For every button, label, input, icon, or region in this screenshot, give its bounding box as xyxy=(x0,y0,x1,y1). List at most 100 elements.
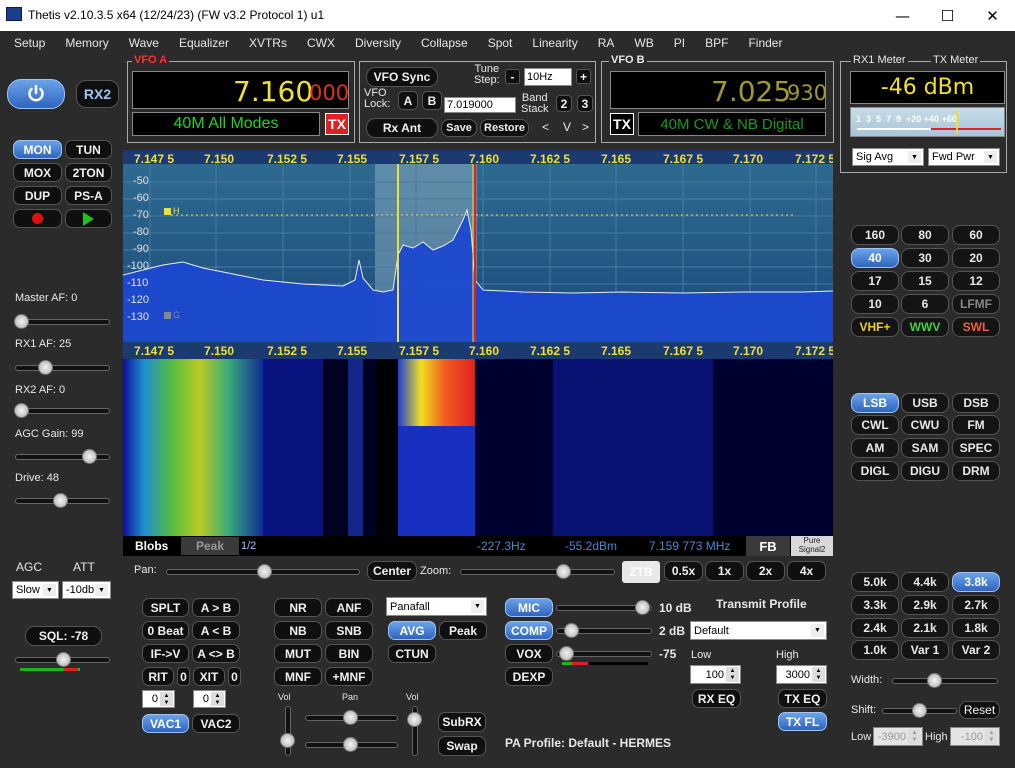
agc-dropdown[interactable]: Slow ▼ xyxy=(12,581,59,599)
rit-value-spinner[interactable]: 0 ▲ ▼ xyxy=(142,690,175,708)
att-dropdown[interactable]: -10db ▼ xyxy=(62,581,111,599)
psa-button[interactable]: PS-A xyxy=(65,186,112,205)
rx-meter-mode-dropdown[interactable]: Sig Avg ▼ xyxy=(852,148,924,166)
band-15[interactable]: 15 xyxy=(901,271,949,291)
filter-3-3k[interactable]: 3.3k xyxy=(851,595,899,615)
fb-button[interactable]: FB xyxy=(746,536,790,556)
filter-1-8k[interactable]: 1.8k xyxy=(952,618,1000,638)
vfo-a-tx-button[interactable]: TX xyxy=(325,113,349,135)
band-12[interactable]: 12 xyxy=(952,271,1000,291)
sql-slider[interactable] xyxy=(15,652,110,667)
waterfall[interactable]: 7.147 5 7.150 7.152 5 7.155 7.157 5 7.16… xyxy=(123,342,833,536)
filter-1-0k[interactable]: 1.0k xyxy=(851,640,899,660)
band-30[interactable]: 30 xyxy=(901,248,949,268)
tx-fl-button[interactable]: TX FL xyxy=(778,712,827,731)
tx-high-spinner[interactable]: 3000 ▲ ▼ xyxy=(776,665,827,684)
filter-var1[interactable]: Var 1 xyxy=(901,640,949,660)
anf-button[interactable]: ANF xyxy=(325,598,373,617)
vox-knob[interactable] xyxy=(559,646,574,661)
menu-spot[interactable]: Spot xyxy=(488,36,513,50)
ztb-button[interactable]: ZTB xyxy=(622,561,660,583)
vfo-b-display[interactable]: 7.025 930 xyxy=(610,71,827,109)
band-20[interactable]: 20 xyxy=(952,248,1000,268)
tune-step-minus[interactable]: - xyxy=(505,69,520,84)
nr-button[interactable]: NR xyxy=(274,598,322,617)
band-80[interactable]: 80 xyxy=(901,225,949,245)
b-to-a-button[interactable]: A < B xyxy=(192,621,240,640)
filter-2-1k[interactable]: 2.1k xyxy=(901,618,949,638)
lock-freq-field[interactable]: 7.019000 xyxy=(444,97,516,113)
filter-high-spinner[interactable]: -100 ▲ ▼ xyxy=(950,727,1000,746)
peak-hold-button[interactable]: Peak xyxy=(439,621,487,640)
subrx-button[interactable]: SubRX xyxy=(438,712,486,732)
zero-beat-button[interactable]: 0 Beat xyxy=(142,621,189,640)
panadapter[interactable]: H G 7.147 5 7.150 7.152 5 7.155 7.157 5 … xyxy=(123,150,833,342)
pan-knob[interactable] xyxy=(257,564,272,579)
minimize-button[interactable]: — xyxy=(880,0,925,31)
vol2-knob[interactable] xyxy=(407,712,422,727)
menu-setup[interactable]: Setup xyxy=(14,36,45,50)
shift-reset-button[interactable]: Reset xyxy=(959,701,1000,719)
display-mode-dropdown[interactable]: Panafall ▼ xyxy=(386,597,487,616)
agc-gain-slider[interactable] xyxy=(15,449,110,464)
master-af-knob[interactable] xyxy=(14,314,29,329)
page-indicator[interactable]: 1/2 xyxy=(241,540,256,552)
shift-slider[interactable] xyxy=(882,703,957,718)
mode-sam[interactable]: SAM xyxy=(901,438,949,458)
mode-cwu[interactable]: CWU xyxy=(901,415,949,435)
filter-2-7k[interactable]: 2.7k xyxy=(952,595,1000,615)
if-to-v-button[interactable]: IF->V xyxy=(142,644,189,663)
dexp-button[interactable]: DEXP xyxy=(505,667,553,686)
rx-ant-button[interactable]: Rx Ant xyxy=(366,118,438,138)
xit-value-spinner[interactable]: 0 ▲ ▼ xyxy=(193,690,226,708)
menu-wave[interactable]: Wave xyxy=(129,36,159,50)
sql-button[interactable]: SQL: -78 xyxy=(25,626,102,646)
play-button[interactable] xyxy=(65,209,112,228)
mut-button[interactable]: MUT xyxy=(274,644,322,663)
filter-5-0k[interactable]: 5.0k xyxy=(851,572,899,592)
ctun-button[interactable]: CTUN xyxy=(388,644,436,663)
rit-clear-button[interactable]: 0 xyxy=(177,667,190,686)
menu-wb[interactable]: WB xyxy=(634,36,653,50)
sub-pan-slider-1[interactable] xyxy=(305,710,398,725)
tune-step-plus[interactable]: + xyxy=(576,69,591,84)
blobs-button[interactable]: Blobs xyxy=(135,539,168,553)
vol1-slider[interactable] xyxy=(280,706,295,756)
vac2-button[interactable]: VAC2 xyxy=(192,714,240,733)
menu-xvtrs[interactable]: XVTRs xyxy=(249,36,287,50)
restore-button[interactable]: Restore xyxy=(480,119,529,137)
mode-cwl[interactable]: CWL xyxy=(851,415,899,435)
vfo-b-tx-button[interactable]: TX xyxy=(610,113,634,135)
plus-mnf-button[interactable]: +MNF xyxy=(325,667,373,686)
vfo-sync-button[interactable]: VFO Sync xyxy=(366,67,438,87)
menu-finder[interactable]: Finder xyxy=(748,36,782,50)
drive-slider[interactable] xyxy=(15,493,110,508)
band-6[interactable]: 6 xyxy=(901,294,949,314)
mic-knob[interactable] xyxy=(635,600,650,615)
band-stack-v[interactable]: V xyxy=(563,120,571,134)
vol2-slider[interactable] xyxy=(407,706,422,756)
a-to-b-button[interactable]: A > B xyxy=(192,598,240,617)
band-17[interactable]: 17 xyxy=(851,271,899,291)
comp-slider[interactable] xyxy=(556,623,652,638)
rx1-af-knob[interactable] xyxy=(38,360,53,375)
width-slider[interactable] xyxy=(892,673,998,688)
filter-var2[interactable]: Var 2 xyxy=(952,640,1000,660)
filter-low-spinner[interactable]: -3900 ▲ ▼ xyxy=(873,727,923,746)
band-vhf[interactable]: VHF+ xyxy=(851,317,899,337)
band-160[interactable]: 160 xyxy=(851,225,899,245)
menu-collapse[interactable]: Collapse xyxy=(421,36,468,50)
mnf-button[interactable]: MNF xyxy=(274,667,322,686)
comp-button[interactable]: COMP xyxy=(505,621,553,640)
menu-pi[interactable]: PI xyxy=(674,36,685,50)
tun-button[interactable]: TUN xyxy=(65,140,112,159)
sub-pan-knob-2[interactable] xyxy=(343,737,358,752)
vol1-knob[interactable] xyxy=(280,733,295,748)
pan-slider[interactable] xyxy=(166,564,360,579)
tx-low-spinner[interactable]: 100 ▲ ▼ xyxy=(690,665,741,684)
mic-slider[interactable] xyxy=(556,600,652,615)
filter-2-9k[interactable]: 2.9k xyxy=(901,595,949,615)
bin-button[interactable]: BIN xyxy=(325,644,373,663)
mode-drm[interactable]: DRM xyxy=(952,461,1000,481)
menu-bpf[interactable]: BPF xyxy=(705,36,728,50)
